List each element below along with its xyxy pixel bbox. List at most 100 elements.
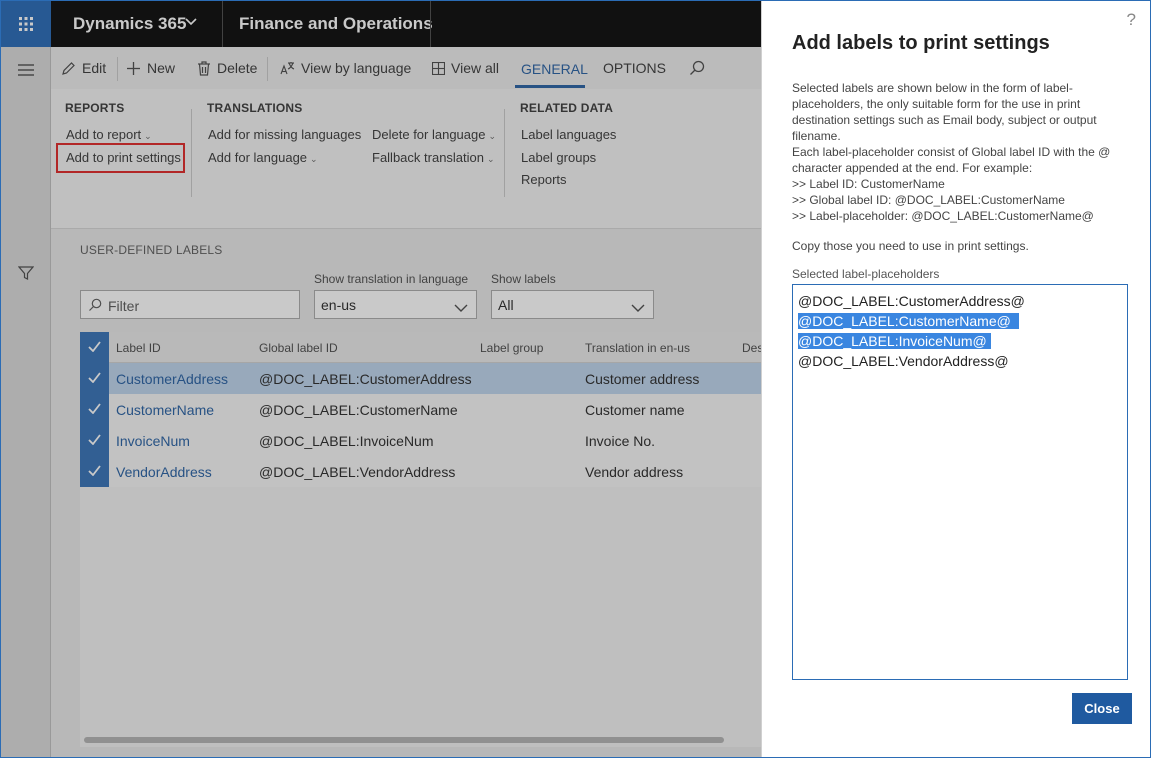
global-label-id-cell: @DOC_LABEL:VendorAddress — [259, 464, 456, 480]
chevron-down-icon — [454, 300, 468, 318]
checkmark-icon — [88, 432, 101, 450]
select-all-checkbox[interactable] — [80, 332, 109, 363]
label-groups-button[interactable]: Label groups — [521, 150, 596, 165]
add-for-language-label: Add for language — [208, 150, 308, 165]
edit-icon — [61, 61, 76, 76]
divider — [117, 57, 118, 81]
panel-title: Add labels to print settings — [792, 32, 1050, 54]
new-button[interactable]: New — [126, 60, 175, 76]
view-by-language-label: View by language — [301, 60, 412, 76]
delete-for-language-label: Delete for language — [372, 127, 486, 142]
global-label-id-cell: @DOC_LABEL:CustomerAddress — [259, 371, 472, 387]
checkmark-icon — [88, 370, 101, 388]
app-title[interactable]: Dynamics 365 — [73, 14, 186, 34]
chevron-down-icon: ⌄ — [487, 154, 495, 164]
delete-label: Delete — [217, 60, 258, 76]
column-header-global-label-id[interactable]: Global label ID — [259, 341, 338, 355]
tab-options[interactable]: OPTIONS — [603, 60, 666, 76]
delete-button[interactable]: Delete — [197, 60, 257, 76]
label-languages-button[interactable]: Label languages — [521, 127, 616, 142]
chevron-down-icon: ⌄ — [310, 154, 318, 164]
row-checkbox[interactable] — [80, 456, 109, 487]
close-button[interactable]: Close — [1072, 693, 1132, 724]
chevron-down-icon[interactable] — [184, 15, 198, 34]
placeholder-line-selected: @DOC_LABEL:InvoiceNum@ — [798, 331, 1122, 351]
description-line: placeholders, the only suitable form for… — [792, 97, 1081, 111]
left-nav — [1, 47, 51, 757]
show-labels-label: Show labels — [491, 272, 556, 286]
top-bar: Dynamics 365 Finance and Operations — [1, 1, 761, 47]
placeholder-line: @DOC_LABEL:CustomerAddress@ — [798, 293, 1025, 309]
placeholder-line-selected: @DOC_LABEL:CustomerName@ — [798, 311, 1122, 331]
translation-language-select[interactable]: en-us — [314, 290, 477, 319]
section-title: USER-DEFINED LABELS — [80, 243, 223, 257]
view-by-language-button[interactable]: View by language — [280, 60, 411, 76]
description-line: filename. — [792, 129, 841, 143]
description-line: Each label-placeholder consist of Global… — [792, 145, 1111, 159]
labels-grid: Label ID Global label ID Label group Tra… — [80, 332, 763, 747]
label-id-cell[interactable]: VendorAddress — [116, 464, 212, 480]
label-id-cell[interactable]: CustomerName — [116, 402, 214, 418]
label-placeholders-textarea[interactable]: @DOC_LABEL:CustomerAddress@ @DOC_LABEL:C… — [792, 284, 1128, 680]
filter-icon[interactable] — [17, 265, 35, 286]
filter-input[interactable]: Filter — [80, 290, 300, 319]
help-button[interactable]: ? — [1127, 10, 1136, 30]
edit-button[interactable]: Edit — [61, 60, 106, 76]
description-line: >> Global label ID: @DOC_LABEL:CustomerN… — [792, 193, 1065, 207]
main-area: Edit New Delete View by language View al… — [51, 47, 763, 757]
translation-cell: Customer address — [585, 371, 700, 387]
selected-text: @DOC_LABEL:CustomerName@ — [798, 313, 1011, 329]
search-button[interactable] — [689, 60, 705, 76]
plus-icon — [126, 61, 141, 76]
delete-for-language-button[interactable]: Delete for language ⌄ — [372, 127, 496, 142]
module-title: Finance and Operations — [239, 14, 433, 33]
view-all-button[interactable]: View all — [432, 60, 499, 76]
label-id-cell[interactable]: InvoiceNum — [116, 433, 190, 449]
highlight-box — [56, 143, 185, 173]
checkmark-icon — [88, 339, 101, 357]
add-missing-languages-button[interactable]: Add for missing languages — [208, 127, 361, 142]
column-header-label-group[interactable]: Label group — [480, 341, 543, 355]
add-for-language-button[interactable]: Add for language ⌄ — [208, 150, 318, 165]
show-translation-label: Show translation in language — [314, 272, 469, 286]
search-icon — [689, 60, 705, 76]
table-row[interactable]: CustomerName @DOC_LABEL:CustomerName Cus… — [80, 394, 761, 425]
app-frame: Dynamics 365 Finance and Operations Edit… — [0, 0, 1151, 758]
column-header-translation[interactable]: Translation in en-us — [585, 341, 690, 355]
hamburger-icon[interactable] — [18, 63, 34, 81]
selection-tail — [986, 333, 991, 349]
search-icon — [88, 298, 102, 317]
divider — [267, 57, 268, 81]
chevron-down-icon: ⌄ — [144, 131, 152, 141]
checkmark-icon — [88, 401, 101, 419]
divider — [430, 1, 431, 47]
tab-general[interactable]: GENERAL — [521, 61, 588, 77]
table-row[interactable]: VendorAddress @DOC_LABEL:VendorAddress V… — [80, 456, 761, 487]
new-label: New — [147, 60, 176, 76]
label-id-cell[interactable]: CustomerAddress — [116, 371, 228, 387]
table-row[interactable]: CustomerAddress @DOC_LABEL:CustomerAddre… — [80, 363, 761, 394]
action-pane: Edit New Delete View by language View al… — [51, 47, 761, 89]
divider — [504, 109, 505, 197]
row-checkbox[interactable] — [80, 425, 109, 456]
copy-note: Copy those you need to use in print sett… — [792, 239, 1029, 253]
row-checkbox[interactable] — [80, 394, 109, 425]
textarea-label: Selected label-placeholders — [792, 267, 940, 281]
placeholder-line: @DOC_LABEL:VendorAddress@ — [798, 353, 1009, 369]
horizontal-scrollbar[interactable] — [84, 737, 724, 743]
row-checkbox[interactable] — [80, 363, 109, 394]
view-all-label: View all — [451, 60, 499, 76]
show-labels-select[interactable]: All — [491, 290, 654, 319]
fallback-translation-button[interactable]: Fallback translation ⌄ — [372, 150, 495, 165]
trash-icon — [197, 60, 211, 76]
table-row[interactable]: InvoiceNum @DOC_LABEL:InvoiceNum Invoice… — [80, 425, 761, 456]
chevron-down-icon — [631, 300, 645, 318]
add-to-report-button[interactable]: Add to report ⌄ — [66, 127, 152, 142]
column-header-label-id[interactable]: Label ID — [116, 341, 161, 355]
group-header-translations: TRANSLATIONS — [207, 101, 303, 115]
description-line: >> Label-placeholder: @DOC_LABEL:Custome… — [792, 209, 1094, 223]
translation-cell: Invoice No. — [585, 433, 656, 449]
waffle-icon[interactable] — [1, 1, 51, 47]
reports-button[interactable]: Reports — [521, 172, 567, 187]
translate-icon — [280, 61, 295, 76]
